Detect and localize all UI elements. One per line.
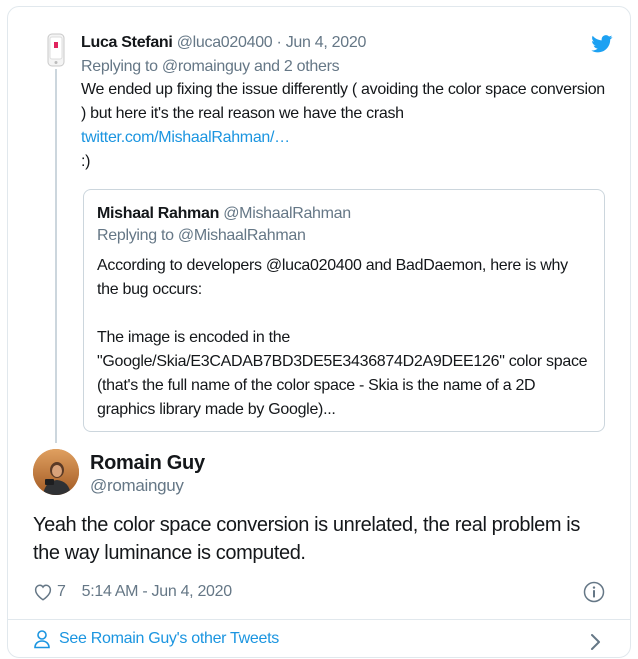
thread-line bbox=[55, 69, 57, 443]
tweet-text: Yeah the color space conversion is unrel… bbox=[33, 514, 580, 564]
tweet-timestamp[interactable]: 5:14 AM - Jun 4, 2020 bbox=[82, 583, 233, 601]
parent-text-line: We ended up fixing the issue differently… bbox=[81, 81, 605, 122]
parent-header: Luca Stefani @luca020400 · Jun 4, 2020 bbox=[81, 33, 611, 53]
author-avatar[interactable] bbox=[33, 449, 79, 495]
quoted-replying-to: Replying to @MishaalRahman bbox=[97, 227, 306, 244]
embedded-tweet-card: Luca Stefani @luca020400 · Jun 4, 2020 R… bbox=[7, 6, 631, 658]
see-other-tweets-label[interactable]: See Romain Guy's other Tweets bbox=[59, 630, 279, 648]
header-separator: · bbox=[272, 34, 286, 51]
avatar-photo bbox=[33, 449, 79, 495]
quoted-paragraph: According to developers @luca020400 and … bbox=[97, 257, 568, 298]
parent-avatar[interactable] bbox=[46, 33, 66, 67]
footer-divider bbox=[8, 619, 630, 620]
parent-tweet-date[interactable]: Jun 4, 2020 bbox=[286, 34, 367, 51]
quoted-paragraph: The image is encoded in the "Google/Skia… bbox=[97, 329, 588, 418]
parent-replying-to[interactable]: Replying to @romainguy and 2 others bbox=[81, 57, 611, 77]
parent-author-name[interactable]: Luca Stefani bbox=[81, 34, 173, 51]
parent-tweet-text: We ended up fixing the issue differently… bbox=[81, 78, 611, 174]
heart-icon[interactable] bbox=[33, 583, 53, 601]
author-name[interactable]: Romain Guy bbox=[90, 452, 205, 475]
info-icon[interactable] bbox=[583, 581, 605, 603]
person-icon bbox=[34, 630, 50, 649]
parent-tweet-link[interactable]: twitter.com/MishaalRahman/… bbox=[81, 126, 611, 150]
author-handle[interactable]: @romainguy bbox=[90, 476, 184, 496]
twitter-bird-icon[interactable] bbox=[591, 35, 613, 53]
see-other-tweets-link[interactable]: See Romain Guy's other Tweets bbox=[33, 629, 279, 649]
parent-text-emoticon: :) bbox=[81, 153, 91, 170]
parent-author-handle[interactable]: @luca020400 bbox=[177, 34, 273, 51]
quoted-header: Mishaal Rahman @MishaalRahman bbox=[97, 204, 592, 224]
quoted-author-name: Mishaal Rahman bbox=[97, 205, 220, 222]
chevron-right-icon[interactable] bbox=[590, 633, 602, 651]
tweet-meta: 7 5:14 AM - Jun 4, 2020 bbox=[33, 581, 232, 603]
quoted-tweet-text: According to developers @luca020400 and … bbox=[97, 254, 592, 422]
like-count[interactable]: 7 bbox=[57, 583, 66, 601]
quoted-author-handle: @MishaalRahman bbox=[223, 205, 351, 222]
quoted-tweet[interactable]: Mishaal Rahman @MishaalRahman Replying t… bbox=[83, 189, 605, 432]
